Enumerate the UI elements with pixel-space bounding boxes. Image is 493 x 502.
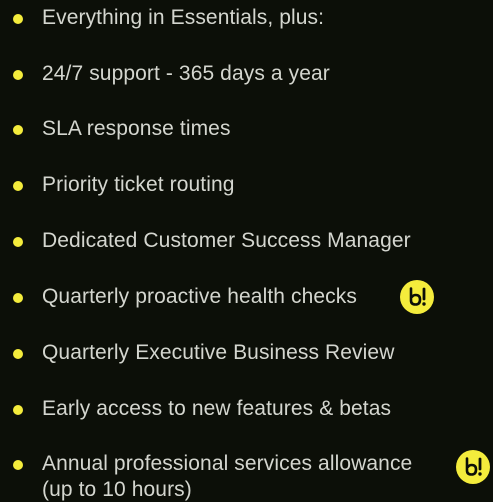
brand-logo-b-exclaim-icon [456, 450, 490, 484]
bullet-dot-icon [13, 349, 23, 359]
bullet-dot-icon [13, 293, 23, 303]
bullet-dot-icon [13, 181, 23, 191]
bullet-dot-icon [13, 14, 23, 24]
brand-logo-b-exclaim-icon [400, 280, 434, 314]
bullet-dot-icon [13, 460, 23, 470]
feature-label: Annual professional services allowance [42, 452, 413, 475]
bullet-dot-icon [13, 405, 23, 415]
feature-label: Dedicated Customer Success Manager [42, 229, 411, 252]
feature-label: SLA response times [42, 117, 231, 140]
bullet-dot-icon [13, 70, 23, 80]
feature-label: Everything in Essentials, plus: [42, 6, 325, 29]
feature-label: 24/7 support - 365 days a year [42, 62, 330, 85]
feature-label: Quarterly Executive Business Review [42, 341, 395, 364]
feature-label: Quarterly proactive health checks [42, 285, 357, 308]
feature-label: Priority ticket routing [42, 173, 235, 196]
feature-label-continuation: (up to 10 hours) [42, 478, 192, 501]
feature-label: Early access to new features & betas [42, 397, 392, 420]
bullet-dot-icon [13, 125, 23, 135]
bullet-dot-icon [13, 237, 23, 247]
